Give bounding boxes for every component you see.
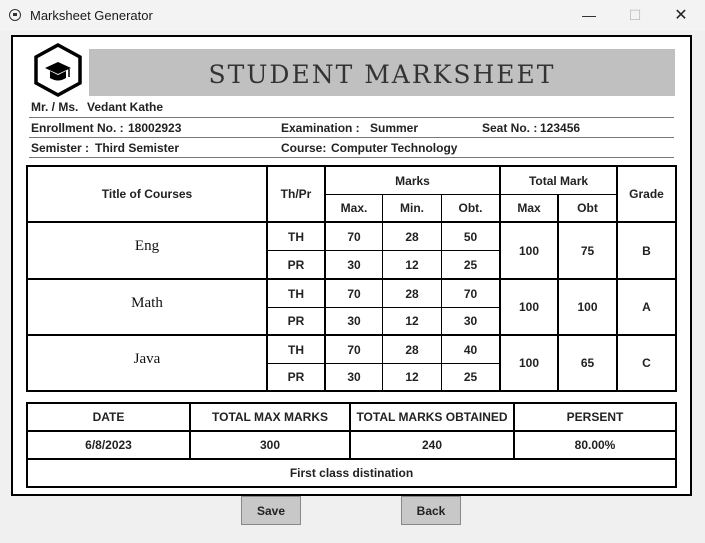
max-header: Max.	[340, 201, 368, 215]
max-cell: 70	[347, 229, 361, 244]
max-cell: 70	[347, 286, 361, 301]
type-cell: TH	[288, 286, 304, 301]
student-name: Vedant Kathe	[87, 100, 164, 114]
type-cell: TH	[288, 342, 304, 357]
percent-header: PERSENT	[566, 410, 624, 424]
obt-cell: 40	[463, 342, 478, 357]
divider	[29, 117, 674, 118]
max-cell: 30	[347, 370, 361, 384]
title-bar: Marksheet Generator — ☐ ✕	[0, 0, 705, 31]
marks-header: Marks	[395, 173, 430, 188]
total-obt-header: Obt	[577, 201, 598, 215]
total-max-header: Max	[517, 201, 541, 215]
min-cell: 28	[405, 229, 419, 244]
divider	[29, 157, 674, 158]
type-cell: TH	[288, 229, 304, 244]
seat-label: Seat No. :	[482, 121, 538, 135]
total-obt-cell: 75	[580, 243, 595, 258]
maximize-button[interactable]: ☐	[612, 0, 658, 31]
page-title: STUDENT MARKSHEET	[89, 49, 675, 96]
save-button[interactable]: Save	[241, 496, 301, 525]
enrollment-number: 18002923	[128, 121, 182, 135]
total-max-cell: 100	[518, 356, 540, 370]
date-value: 6/8/2023	[85, 438, 132, 452]
min-cell: 12	[405, 257, 419, 272]
back-button[interactable]: Back	[401, 496, 461, 525]
window-title: Marksheet Generator	[30, 8, 153, 23]
total-obtained-header: TOTAL MARKS OBTAINED	[356, 410, 508, 424]
examination-label: Examination :	[281, 121, 360, 135]
max-cell: 70	[347, 342, 361, 357]
total-max-value: 300	[259, 438, 281, 452]
max-cell: 30	[347, 314, 361, 328]
result-text: First class distination	[289, 466, 414, 480]
percent-value: 80.00%	[574, 438, 616, 452]
course-name: Math	[131, 294, 163, 311]
close-button[interactable]: ✕	[658, 0, 704, 31]
minimize-button[interactable]: —	[566, 0, 612, 31]
type-cell: PR	[287, 314, 305, 328]
min-cell: 28	[405, 342, 419, 357]
course-value: Computer Technology	[331, 141, 458, 155]
type-cell: PR	[287, 370, 305, 384]
type-cell: PR	[287, 257, 305, 272]
divider	[29, 137, 674, 138]
app-icon	[9, 9, 21, 21]
semester-value: Third Semister	[95, 141, 180, 155]
grade-cell: C	[642, 356, 651, 370]
graduation-cap-icon	[34, 43, 82, 97]
grade-cell: A	[642, 300, 651, 314]
obt-cell: 50	[463, 229, 478, 244]
course-name: Java	[133, 350, 161, 367]
min-cell: 12	[405, 370, 419, 384]
course-name: Eng	[134, 238, 160, 254]
enrollment-label: Enrollment No. :	[31, 121, 124, 135]
grade-cell: B	[642, 243, 651, 258]
min-cell: 12	[405, 314, 419, 328]
total-max-header: TOTAL MAX MARKS	[212, 410, 328, 424]
total-obt-cell: 65	[580, 356, 595, 370]
min-cell: 28	[405, 286, 419, 301]
obt-cell: 70	[463, 286, 478, 301]
min-header: Min.	[400, 201, 424, 215]
obt-cell: 25	[463, 257, 478, 272]
total-mark-header: Total Mark	[528, 173, 589, 188]
examination-value: Summer	[370, 121, 419, 135]
total-max-cell: 100	[518, 300, 540, 314]
total-obt-cell: 100	[577, 300, 598, 314]
date-header: DATE	[92, 410, 125, 424]
thpr-header: Th/Pr	[280, 187, 312, 201]
obt-header: Obt.	[458, 201, 483, 215]
total-max-cell: 100	[518, 243, 540, 258]
course-label: Course:	[281, 141, 327, 155]
obt-cell: 25	[463, 370, 478, 384]
max-cell: 30	[347, 257, 361, 272]
courses-header: Title of Courses	[101, 187, 193, 201]
grade-header: Grade	[629, 187, 664, 201]
seat-number: 123456	[540, 121, 581, 135]
semester-label: Semister :	[31, 141, 90, 155]
total-obtained-value: 240	[421, 438, 443, 452]
obt-cell: 30	[463, 314, 478, 328]
name-label: Mr. / Ms.	[31, 100, 79, 114]
